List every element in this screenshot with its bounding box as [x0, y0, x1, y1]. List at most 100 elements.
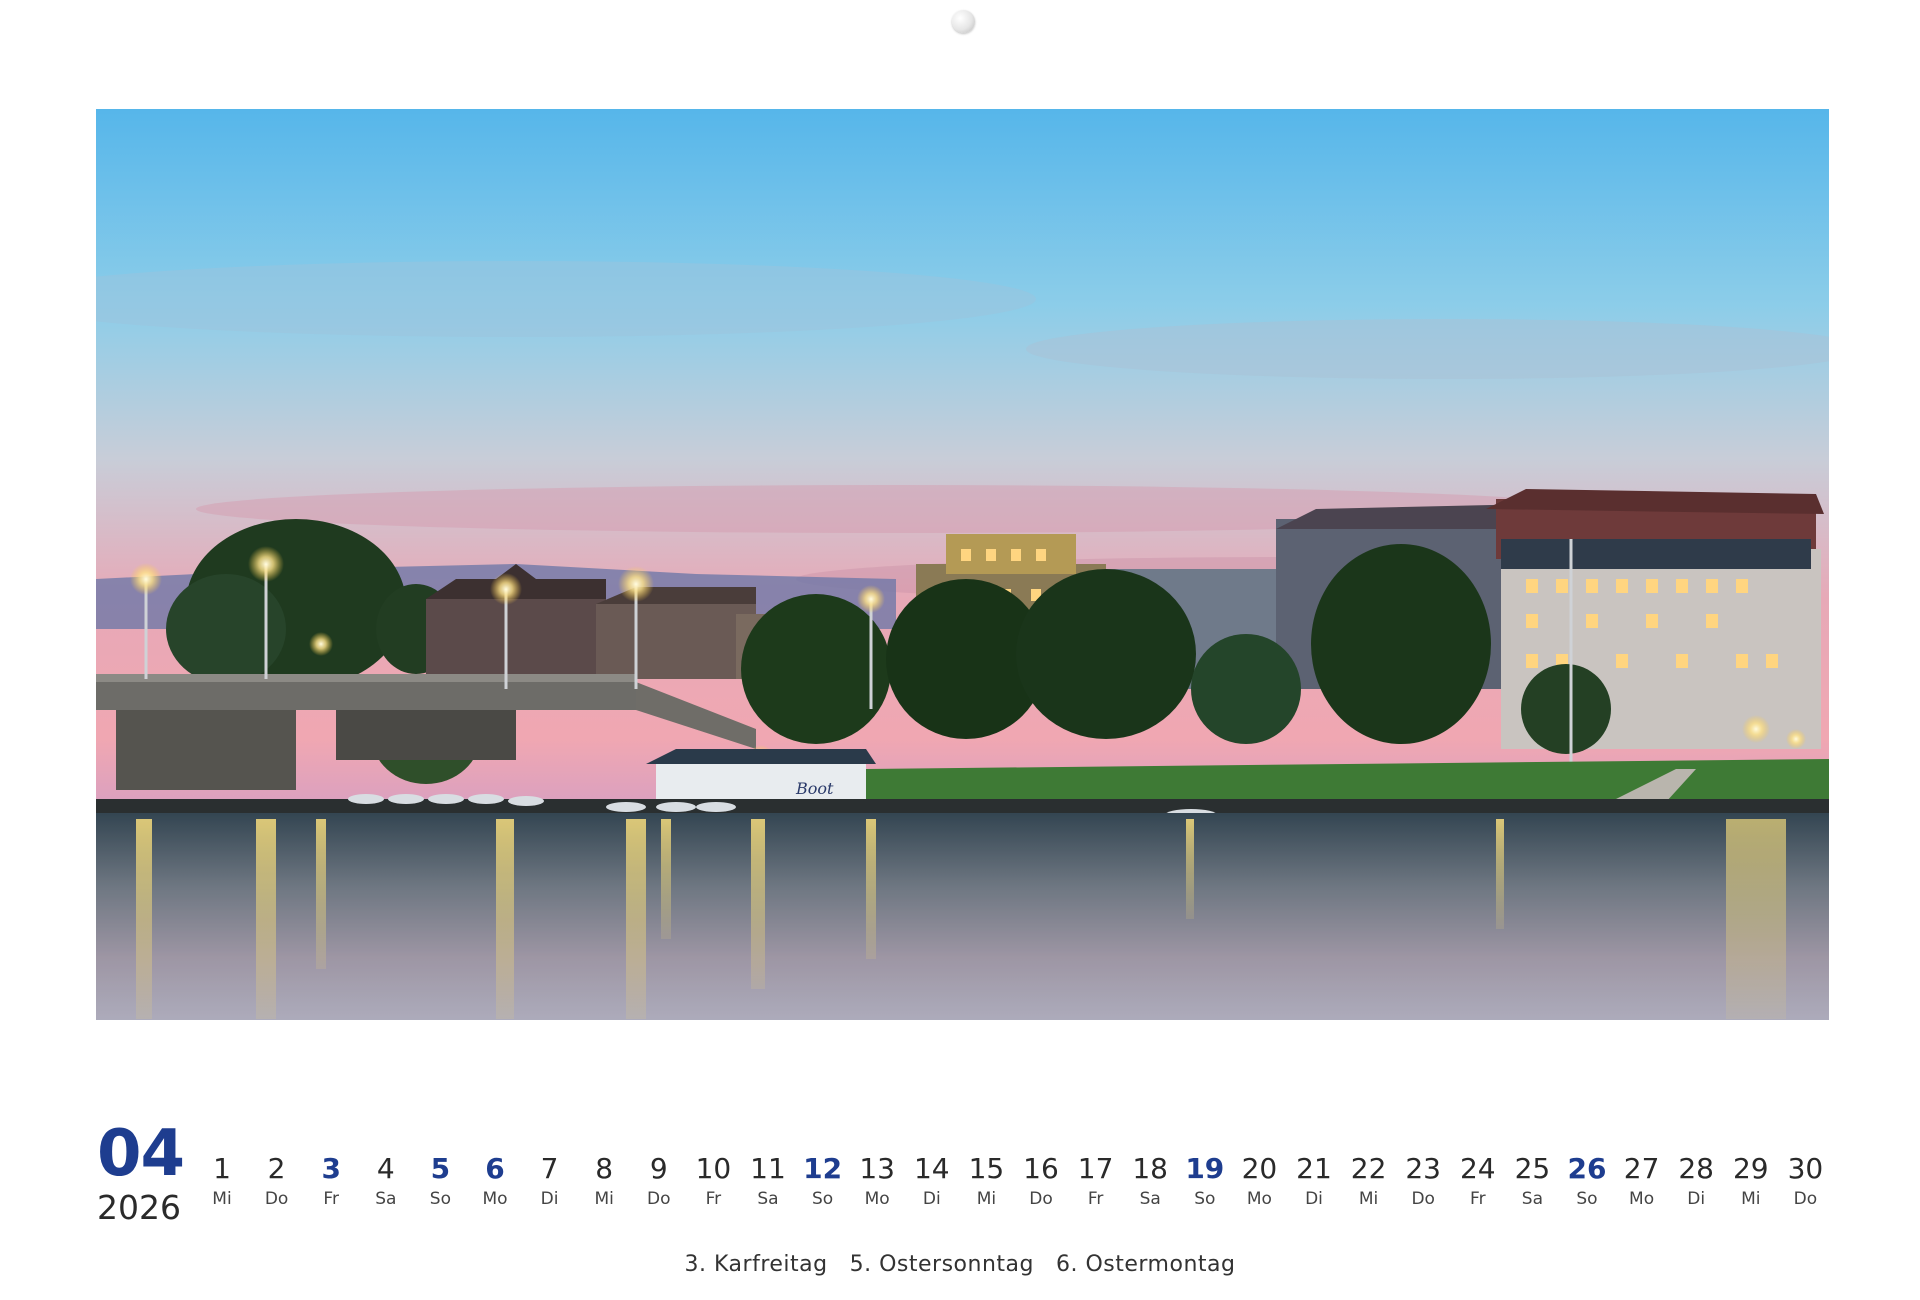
- weekday-label: So: [429, 1189, 451, 1209]
- day-number: 3: [321, 1152, 341, 1185]
- weekday-label: So: [811, 1189, 834, 1209]
- day-cell: 29 Mi: [1724, 1152, 1778, 1210]
- day-strip: 1 Mi 2 Do 3 Fr 4 Sa 5 So 6 Mo 7 Di 8 Mi 9 Do 10 Fr 11 Sa 12 So 1…: [195, 1152, 1835, 1212]
- day-cell: 21 Di: [1287, 1152, 1341, 1210]
- day-number: 21: [1296, 1152, 1332, 1185]
- holiday-item: 5. Ostersonntag: [849, 1252, 1034, 1277]
- weekday-label: Fr: [323, 1189, 339, 1209]
- weekday-label: Di: [540, 1189, 559, 1209]
- day-cell: 22 Mi: [1342, 1152, 1396, 1210]
- holiday-list: 3. Karfreitag 5. Ostersonntag 6. Ostermont…: [0, 1252, 1920, 1277]
- weekday-label: Mi: [594, 1189, 614, 1209]
- holiday-item: 6. Ostermontag: [1055, 1252, 1236, 1277]
- day-number: 27: [1623, 1152, 1660, 1185]
- day-cell: 23 Do: [1396, 1152, 1450, 1210]
- day-number: 20: [1241, 1152, 1278, 1185]
- day-cell: 9 Do: [632, 1152, 686, 1210]
- day-number: 28: [1678, 1152, 1714, 1185]
- weekday-label: Do: [1793, 1189, 1818, 1209]
- weekday-label: Sa: [1139, 1189, 1161, 1209]
- day-cell: 15 Mi: [959, 1152, 1013, 1210]
- weekday-label: Mi: [1358, 1189, 1379, 1209]
- day-number: 24: [1459, 1152, 1496, 1185]
- day-cell: 2 Do: [250, 1152, 304, 1210]
- day-cell: 8 Mi: [577, 1152, 631, 1210]
- day-number: 4: [376, 1152, 395, 1185]
- weekday-label: Mi: [976, 1189, 997, 1209]
- day-number: 30: [1787, 1152, 1824, 1185]
- day-cell: 1 Mi: [195, 1152, 249, 1210]
- day-cell: 6 Mo: [468, 1152, 522, 1210]
- day-number: 9: [649, 1152, 668, 1185]
- day-cell: 27 Mo: [1615, 1152, 1669, 1210]
- weekday-label: Mi: [1741, 1189, 1761, 1209]
- hanging-hole: [952, 10, 975, 33]
- day-number: 15: [968, 1152, 1005, 1185]
- day-cell: 5 So: [413, 1152, 467, 1210]
- day-cell: 14 Di: [905, 1152, 959, 1210]
- day-number: 16: [1023, 1152, 1059, 1185]
- day-cell: 25 Sa: [1505, 1152, 1559, 1210]
- day-number: 1: [213, 1152, 231, 1185]
- day-number: 22: [1350, 1152, 1387, 1185]
- day-number: 18: [1132, 1152, 1168, 1185]
- day-number: 14: [913, 1152, 950, 1185]
- day-cell: 3 Fr: [304, 1152, 358, 1210]
- weekday-label: Do: [1411, 1189, 1435, 1209]
- boathouse-sign: Boot: [795, 779, 834, 798]
- day-cell: 30 Do: [1778, 1152, 1832, 1210]
- day-number: 13: [859, 1152, 895, 1185]
- day-cell: 18 Sa: [1123, 1152, 1177, 1210]
- day-number: 5: [430, 1152, 451, 1185]
- weekday-label: Di: [922, 1189, 941, 1209]
- day-number: 17: [1077, 1152, 1114, 1185]
- year-label: 2026: [97, 1188, 181, 1227]
- day-number: 12: [803, 1152, 843, 1185]
- day-cell: 17 Fr: [1069, 1152, 1123, 1210]
- weekday-label: Fr: [705, 1189, 722, 1209]
- day-cell: 26 So: [1560, 1152, 1614, 1210]
- day-number: 8: [595, 1152, 614, 1185]
- day-cell: 20 Mo: [1232, 1152, 1286, 1210]
- weekday-label: Mo: [1629, 1189, 1655, 1209]
- weekday-label: Mo: [1246, 1189, 1272, 1209]
- weekday-label: So: [1194, 1189, 1216, 1209]
- day-number: 6: [485, 1152, 505, 1185]
- weekday-label: Mo: [482, 1189, 508, 1209]
- weekday-label: Sa: [757, 1189, 779, 1209]
- day-cell: 16 Do: [1014, 1152, 1068, 1210]
- weekday-label: Di: [1305, 1189, 1323, 1209]
- holiday-item: 3. Karfreitag: [684, 1252, 828, 1277]
- day-cell: 12 So: [796, 1152, 850, 1210]
- weekday-label: Do: [264, 1189, 289, 1209]
- weekday-label: Do: [647, 1189, 671, 1209]
- day-cell: 7 Di: [523, 1152, 577, 1210]
- weekday-label: Mo: [864, 1189, 890, 1209]
- weekday-label: Do: [1029, 1189, 1053, 1209]
- weekday-label: Di: [1687, 1189, 1706, 1209]
- day-number: 26: [1567, 1152, 1607, 1185]
- day-number: 11: [750, 1152, 786, 1185]
- day-number: 19: [1185, 1152, 1225, 1185]
- day-cell: 11 Sa: [741, 1152, 795, 1210]
- weekday-label: So: [1576, 1189, 1598, 1209]
- weekday-label: Sa: [1521, 1189, 1543, 1209]
- weekday-label: Mi: [212, 1189, 232, 1209]
- calendar-photo: Boot: [96, 109, 1829, 1020]
- weekday-label: Fr: [1087, 1189, 1104, 1209]
- month-number: 04: [97, 1117, 185, 1191]
- day-number: 10: [695, 1152, 732, 1185]
- riverside-town-dusk-image: Boot: [96, 109, 1829, 1020]
- day-cell: 24 Fr: [1451, 1152, 1505, 1210]
- day-number: 29: [1732, 1152, 1769, 1185]
- day-number: 25: [1514, 1152, 1551, 1185]
- weekday-label: Fr: [1470, 1189, 1486, 1209]
- day-number: 2: [267, 1152, 286, 1185]
- month-header: 04 2026: [97, 1122, 187, 1226]
- day-cell: 28 Di: [1669, 1152, 1723, 1210]
- day-number: 23: [1405, 1152, 1441, 1185]
- day-number: 7: [540, 1152, 559, 1185]
- day-cell: 13 Mo: [850, 1152, 904, 1210]
- day-cell: 10 Fr: [686, 1152, 740, 1210]
- day-cell: 19 So: [1178, 1152, 1232, 1210]
